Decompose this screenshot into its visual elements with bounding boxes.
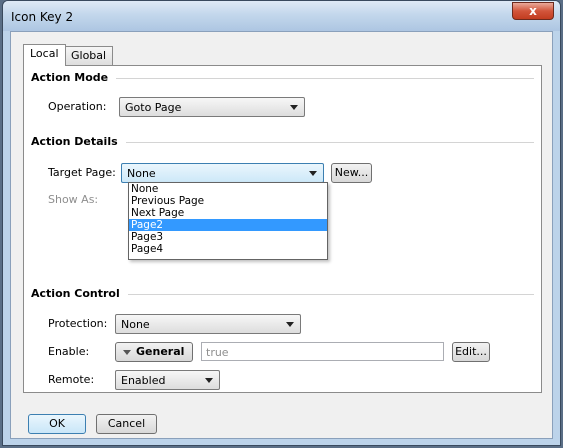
operation-select[interactable]: Goto Page bbox=[119, 97, 305, 117]
title-bar[interactable]: Icon Key 2 x bbox=[3, 1, 560, 31]
chevron-down-icon bbox=[205, 378, 213, 383]
chevron-down-icon bbox=[123, 350, 131, 355]
enable-expression-value: true bbox=[206, 346, 229, 359]
chevron-down-icon bbox=[290, 105, 298, 110]
chevron-down-icon bbox=[286, 322, 294, 327]
protection-select[interactable]: None bbox=[115, 314, 301, 334]
list-item[interactable]: Previous Page bbox=[129, 195, 327, 207]
ok-button[interactable]: OK bbox=[28, 414, 86, 434]
chevron-down-icon bbox=[309, 171, 317, 176]
window-title: Icon Key 2 bbox=[11, 10, 74, 24]
enable-mode-button[interactable]: General bbox=[115, 342, 193, 362]
list-item[interactable]: Next Page bbox=[129, 207, 327, 219]
operation-label: Operation: bbox=[48, 100, 107, 113]
show-as-label: Show As: bbox=[48, 193, 99, 206]
target-page-select-value: None bbox=[127, 167, 156, 180]
tab-local[interactable]: Local bbox=[23, 44, 66, 66]
tab-global[interactable]: Global bbox=[64, 46, 114, 65]
new-page-button[interactable]: New... bbox=[331, 163, 372, 183]
remote-label: Remote: bbox=[48, 373, 95, 386]
remote-select-value: Enabled bbox=[121, 374, 166, 387]
close-icon: x bbox=[529, 4, 537, 18]
list-item[interactable]: None bbox=[129, 183, 327, 195]
target-page-select[interactable]: None bbox=[121, 163, 324, 183]
close-button[interactable]: x bbox=[512, 2, 554, 20]
target-page-dropdown-list[interactable]: None Previous Page Next Page Page2 Page3… bbox=[128, 182, 328, 260]
protection-label: Protection: bbox=[48, 317, 108, 330]
remote-select[interactable]: Enabled bbox=[115, 370, 220, 390]
cancel-button[interactable]: Cancel bbox=[96, 414, 157, 434]
protection-select-value: None bbox=[121, 318, 150, 331]
dialog-client: Local Global Action Mode Operation: Goto… bbox=[10, 31, 553, 439]
edit-button[interactable]: Edit... bbox=[452, 342, 490, 362]
enable-label: Enable: bbox=[48, 345, 90, 358]
section-heading-action-details: Action Details bbox=[31, 135, 126, 148]
enable-mode-label: General bbox=[136, 345, 185, 358]
target-page-label: Target Page: bbox=[48, 166, 116, 179]
section-heading-action-mode: Action Mode bbox=[31, 71, 117, 84]
list-item-selected[interactable]: Page2 bbox=[129, 219, 327, 231]
list-item[interactable]: Page4 bbox=[129, 243, 327, 255]
section-heading-action-control: Action Control bbox=[31, 287, 128, 300]
dialog-window: Icon Key 2 x Local Global Action Mode Op… bbox=[2, 0, 561, 446]
enable-expression-field[interactable]: true bbox=[201, 342, 444, 361]
operation-select-value: Goto Page bbox=[125, 101, 182, 114]
list-item[interactable]: Page3 bbox=[129, 231, 327, 243]
